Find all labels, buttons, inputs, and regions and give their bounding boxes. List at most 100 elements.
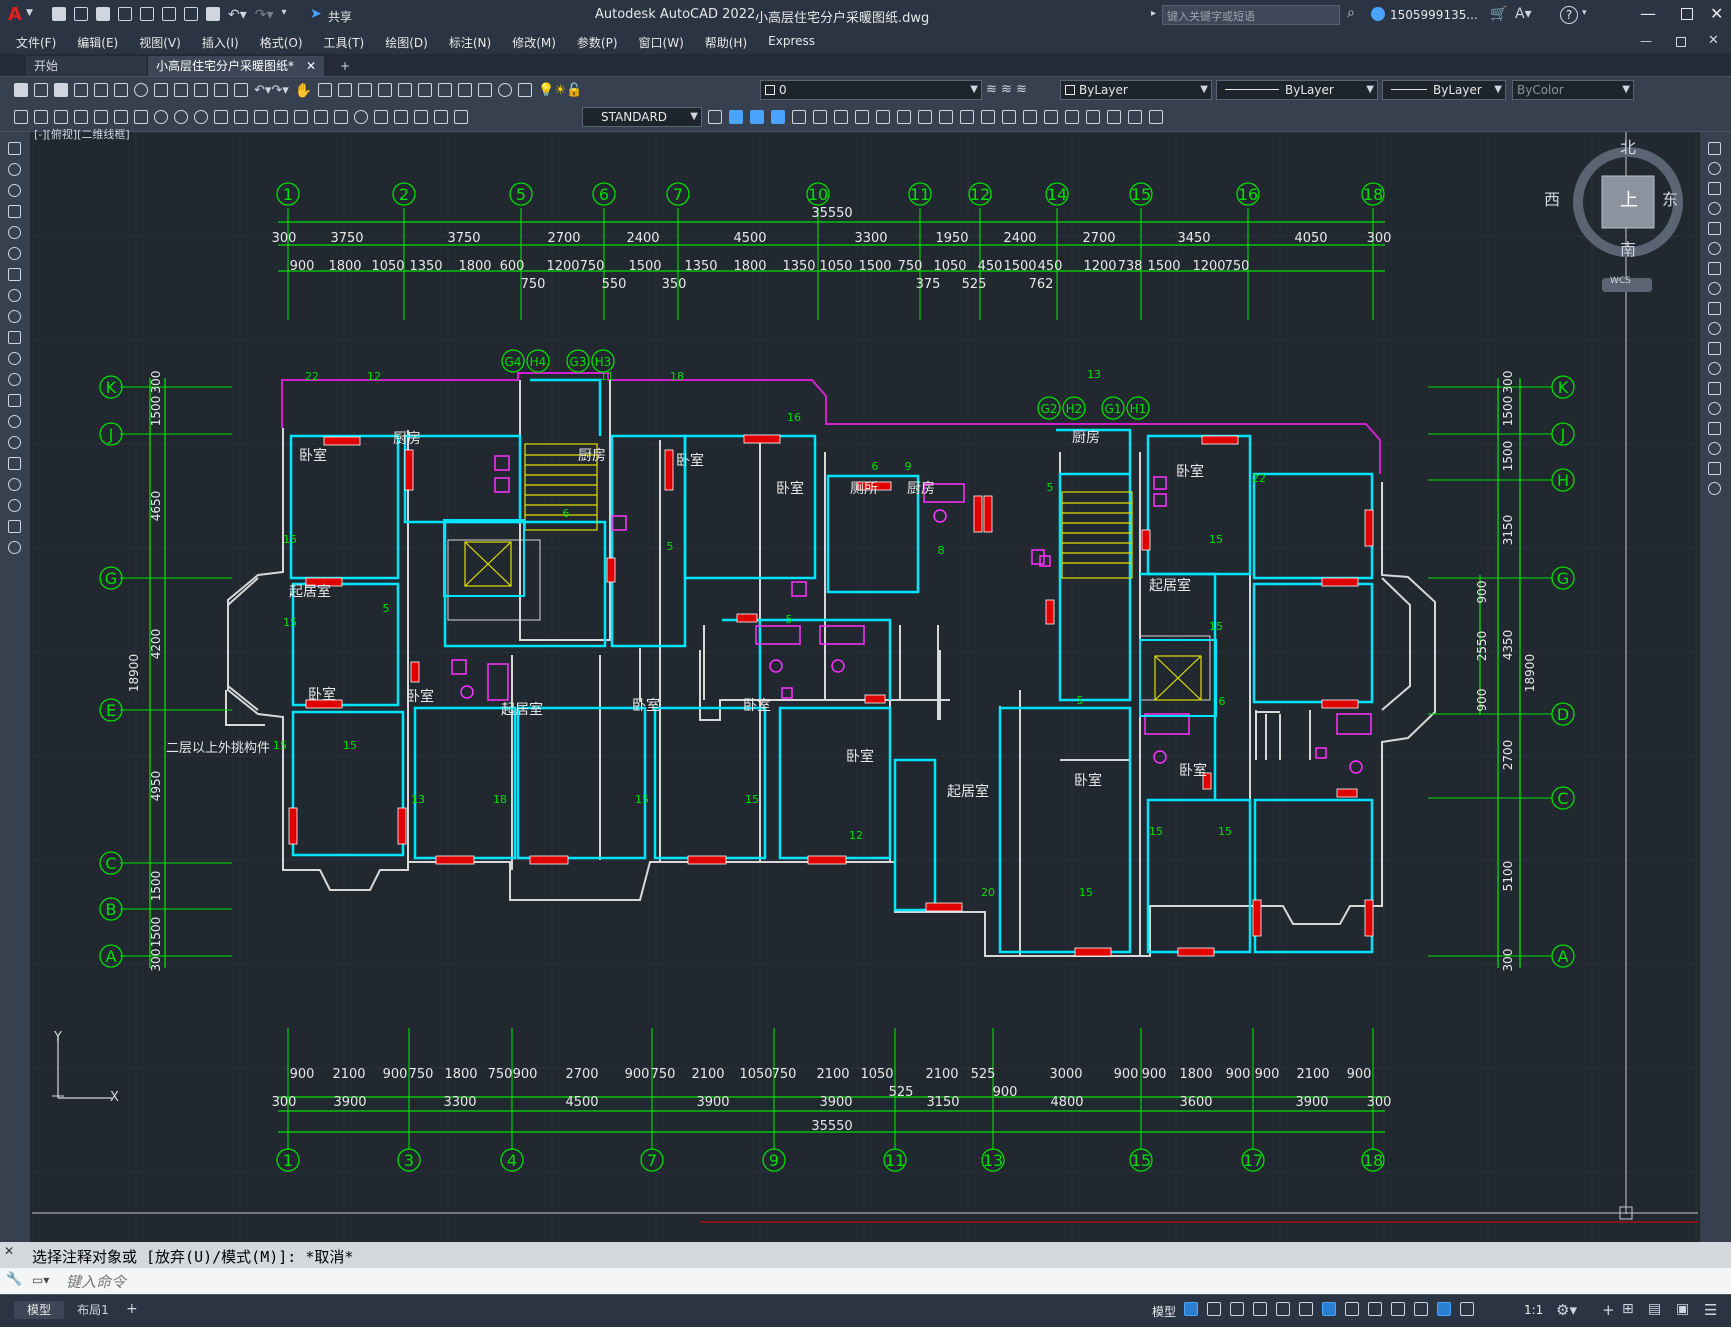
rectangle-icon[interactable]: [8, 226, 21, 239]
ellipse-icon[interactable]: [8, 331, 21, 344]
aligned-dim-icon[interactable]: [94, 110, 108, 124]
color-dropdown[interactable]: ByLayer ▼: [1060, 80, 1212, 100]
gradient-icon[interactable]: [8, 457, 21, 470]
command-prompt-icon[interactable]: ▭▾: [32, 1273, 49, 1287]
web-open-icon[interactable]: [140, 7, 154, 21]
zoom-realtime-icon[interactable]: [318, 83, 333, 97]
menu-item-7[interactable]: 标注(N): [449, 34, 491, 51]
viewcube-north[interactable]: 北: [1620, 134, 1636, 158]
print-icon[interactable]: [74, 83, 88, 97]
render-icon[interactable]: [1002, 110, 1016, 124]
dim-edit-icon[interactable]: [414, 110, 428, 124]
new-tab-icon[interactable]: +: [332, 56, 358, 76]
stretch-icon[interactable]: [1708, 302, 1721, 315]
paste-icon[interactable]: [194, 83, 208, 97]
dim-style-icon[interactable]: [708, 110, 722, 124]
doc-restore-icon[interactable]: [1676, 37, 1686, 47]
shell-icon[interactable]: [960, 110, 974, 124]
section-plane-icon[interactable]: [897, 110, 911, 124]
user-avatar-icon[interactable]: [1371, 7, 1385, 21]
walk-icon[interactable]: [1086, 110, 1100, 124]
web-save-icon[interactable]: [162, 7, 176, 21]
close-icon[interactable]: ✕: [1710, 4, 1723, 23]
sheet-set-icon[interactable]: [438, 83, 453, 97]
zoom-window-icon[interactable]: [338, 83, 353, 97]
rotate-icon[interactable]: [1708, 262, 1721, 275]
help-icon[interactable]: ?: [1560, 6, 1578, 24]
radius-dim-icon[interactable]: [154, 110, 168, 124]
lineweight-dropdown[interactable]: ByLayer ▼: [1382, 80, 1506, 100]
workspace-gear-icon[interactable]: ⚙▾: [1556, 1301, 1577, 1319]
menu-item-12[interactable]: Express: [768, 34, 815, 51]
menu-item-5[interactable]: 工具(T): [324, 34, 365, 51]
layer-properties-icon[interactable]: [518, 83, 533, 97]
plot-icon[interactable]: [206, 7, 220, 21]
trim-icon[interactable]: [1708, 322, 1721, 335]
break-icon[interactable]: [1708, 382, 1721, 395]
3d-print-icon[interactable]: [134, 83, 148, 97]
annotation-visibility-toggle-icon[interactable]: [1437, 1302, 1451, 1316]
doc-close-icon[interactable]: ✕: [1708, 33, 1719, 48]
layout-tab-1[interactable]: 布局1: [66, 1301, 120, 1319]
viewcube-top-label[interactable]: 上: [1620, 186, 1638, 212]
plot-preview-icon[interactable]: [94, 83, 108, 97]
tool-palettes-icon[interactable]: [418, 83, 433, 97]
zoom-previous-icon[interactable]: [358, 83, 373, 97]
auto-scale-toggle-icon[interactable]: [1460, 1302, 1474, 1316]
ordinate-dim-icon[interactable]: [134, 110, 148, 124]
explode-icon[interactable]: [1708, 482, 1721, 495]
tab-start[interactable]: 开始: [26, 56, 146, 76]
user-account[interactable]: 1505999135...: [1390, 8, 1478, 22]
center-mark-icon[interactable]: [354, 110, 368, 124]
multiline-text-icon[interactable]: [8, 520, 21, 533]
viewport-controls[interactable]: [-][俯视][二维线框]: [34, 126, 130, 142]
fly-icon[interactable]: [1107, 110, 1121, 124]
menu-item-11[interactable]: 帮助(H): [705, 34, 747, 51]
join-icon[interactable]: [1708, 402, 1721, 415]
jogged-dim-icon[interactable]: [174, 110, 188, 124]
design-center-icon[interactable]: [398, 83, 413, 97]
help-toolbar-icon[interactable]: [498, 83, 513, 97]
menu-item-1[interactable]: 编辑(E): [77, 34, 118, 51]
ortho-toggle-icon[interactable]: [1253, 1302, 1267, 1316]
command-input-placeholder[interactable]: 键入命令: [66, 1271, 126, 1292]
isodraft-toggle-icon[interactable]: [1299, 1302, 1313, 1316]
command-close-icon[interactable]: ✕: [4, 1244, 14, 1258]
polygon-icon[interactable]: [8, 205, 21, 218]
object-snap-toggle-icon[interactable]: [1345, 1302, 1359, 1316]
dim-space-icon[interactable]: [294, 110, 308, 124]
table-icon[interactable]: [8, 499, 21, 512]
units-icon[interactable]: ⊞: [1622, 1301, 1634, 1317]
tolerance-icon[interactable]: [334, 110, 348, 124]
pan-icon[interactable]: ✋: [295, 83, 312, 99]
tab-drawing[interactable]: 小高层住宅分户采暖图纸* ✕: [148, 56, 324, 76]
qnew-icon[interactable]: [14, 83, 28, 97]
menu-item-6[interactable]: 绘图(D): [385, 34, 428, 51]
insert-block-icon[interactable]: [8, 373, 21, 386]
redo-icon[interactable]: ↷▾: [255, 7, 274, 23]
baseline-dim-icon[interactable]: [254, 110, 268, 124]
object-snap-tracking-toggle-icon[interactable]: [1322, 1302, 1336, 1316]
model-space-button[interactable]: 模型: [1152, 1303, 1176, 1320]
menu-item-9[interactable]: 参数(P): [577, 34, 618, 51]
material-icon[interactable]: [1023, 110, 1037, 124]
expand-search-icon[interactable]: ▸: [1151, 8, 1156, 19]
arc-2-icon[interactable]: [8, 247, 21, 260]
view-manager-icon[interactable]: [1128, 110, 1142, 124]
hatch-icon[interactable]: [8, 436, 21, 449]
infer-constraints-toggle-icon[interactable]: [1230, 1302, 1244, 1316]
diameter-dim-icon[interactable]: [194, 110, 208, 124]
scale-icon[interactable]: [1708, 282, 1721, 295]
line-icon[interactable]: [8, 142, 21, 155]
publish-icon[interactable]: [114, 83, 128, 97]
press-pull-icon[interactable]: [876, 110, 890, 124]
menu-item-3[interactable]: 插入(I): [202, 34, 239, 51]
menu-item-4[interactable]: 格式(O): [260, 34, 303, 51]
layout-tab-model[interactable]: 模型: [14, 1301, 64, 1319]
grid-toggle-icon[interactable]: [1184, 1302, 1198, 1316]
arc-length-icon[interactable]: [114, 110, 128, 124]
continue-dim-icon[interactable]: [274, 110, 288, 124]
command-line[interactable]: 🔧 ▭▾ 键入命令: [0, 1268, 1731, 1294]
chamfer-icon[interactable]: [1708, 422, 1721, 435]
layer-state-icons[interactable]: 💡☀🔓: [538, 83, 582, 99]
